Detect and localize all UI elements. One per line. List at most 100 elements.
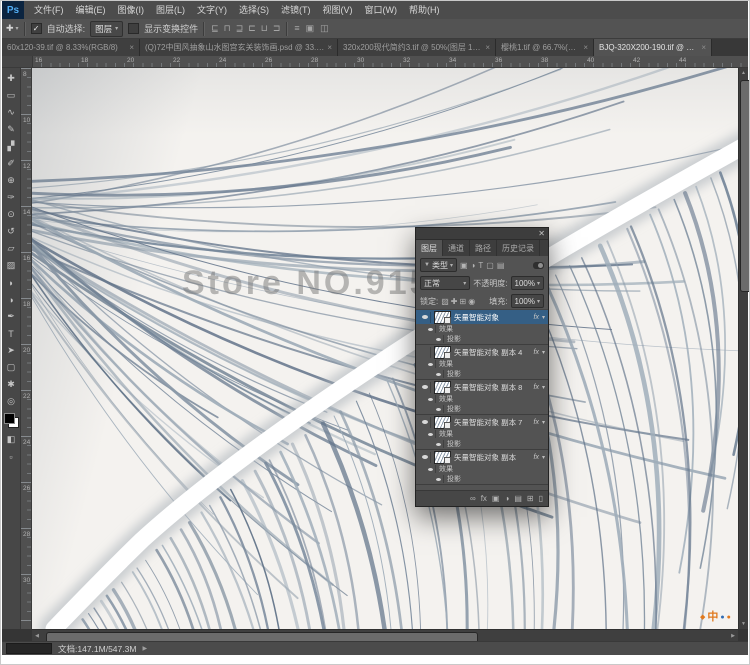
auto-align-icon[interactable]: ▣ — [305, 23, 316, 34]
close-tab-icon[interactable]: × — [701, 43, 706, 52]
lasso-tool[interactable]: ∿ — [3, 104, 20, 121]
drop-shadow-row[interactable]: 投影 — [416, 369, 548, 379]
blend-mode-dropdown[interactable]: 正常 ▾ — [420, 276, 471, 290]
zoom-field[interactable] — [6, 643, 52, 654]
visibility-toggle[interactable] — [426, 325, 436, 333]
visibility-toggle[interactable] — [426, 430, 436, 438]
effects-row[interactable]: 效果 — [416, 359, 548, 369]
eyedropper-tool[interactable]: ✐ — [3, 155, 20, 172]
canvas-area[interactable]: Store NO.915595 — [32, 68, 738, 629]
menu-item[interactable]: 编辑(E) — [70, 1, 112, 19]
fill-dropdown[interactable]: 100% ▾ — [510, 294, 544, 308]
effects-row[interactable]: 效果 — [416, 429, 548, 439]
layer-row[interactable]: 矢量智能对象 副本 4 fx ▾ — [416, 345, 548, 359]
foreground-color-swatch[interactable] — [3, 413, 15, 424]
layer-thumbnail[interactable] — [434, 415, 451, 429]
filter-kind-dropdown[interactable]: ▼ 类型 ▾ — [420, 258, 457, 272]
collapse-effects-icon[interactable]: ▾ — [542, 314, 545, 321]
layer-row[interactable]: 矢量智能对象 副本 fx ▾ — [416, 450, 548, 464]
layer-style-icon[interactable]: fx — [481, 494, 487, 503]
visibility-toggle[interactable] — [419, 311, 431, 323]
eraser-tool[interactable]: ▱ — [3, 240, 20, 257]
scroll-right-icon[interactable]: ▶ — [728, 630, 738, 641]
lock-all-icon[interactable]: ◉ — [468, 297, 475, 306]
close-tab-icon[interactable]: × — [485, 43, 490, 52]
vertical-scroll-thumb[interactable] — [740, 80, 750, 292]
visibility-toggle[interactable] — [434, 440, 444, 448]
scroll-up-icon[interactable]: ▲ — [739, 68, 748, 78]
effects-row[interactable]: 效果 — [416, 464, 548, 474]
layer-thumbnail[interactable] — [434, 310, 451, 324]
close-tab-icon[interactable]: × — [583, 43, 588, 52]
healing-brush-tool[interactable]: ⊕ — [3, 172, 20, 189]
blur-tool[interactable]: ◗ — [3, 274, 20, 291]
layer-group-icon[interactable]: ▤ — [514, 494, 522, 503]
scroll-left-icon[interactable]: ◀ — [32, 630, 42, 641]
drop-shadow-row[interactable]: 投影 — [416, 404, 548, 414]
zoom-tool[interactable]: ◎ — [3, 393, 20, 410]
align-top-edges-icon[interactable]: ⊏ — [247, 23, 257, 34]
move-tool[interactable]: ✚ — [3, 70, 20, 87]
align-bottom-edges-icon[interactable]: ⊐ — [272, 23, 282, 34]
lock-pixels-icon[interactable]: ✚ — [451, 297, 458, 306]
layer-mask-icon[interactable]: ▣ — [492, 494, 500, 503]
layer-row[interactable]: 矢量智能对象 副本 8 fx ▾ — [416, 380, 548, 394]
fx-badge[interactable]: fx — [534, 454, 539, 461]
brush-tool[interactable]: ✑ — [3, 189, 20, 206]
lock-transparency-icon[interactable]: ▨ — [441, 297, 449, 306]
effects-row[interactable]: 效果 — [416, 394, 548, 404]
filter-toggle[interactable] — [533, 261, 544, 269]
document-tab[interactable]: BJQ-320X200-190.tif @ 100%(图层 1, RGB/8)× — [594, 39, 712, 56]
scroll-down-icon[interactable]: ▼ — [739, 619, 748, 629]
layer-thumbnail[interactable] — [434, 380, 451, 394]
document-canvas[interactable] — [32, 68, 738, 629]
screen-mode-icon[interactable]: ▫ — [3, 448, 20, 465]
tab-layers[interactable]: 图层 — [416, 240, 443, 256]
layer-row[interactable]: 矢量智能对象 副本 7 fx ▾ — [416, 415, 548, 429]
shape-tool[interactable]: ▢ — [3, 359, 20, 376]
close-panel-icon[interactable]: ✕ — [538, 228, 545, 239]
vertical-scrollbar[interactable]: ▲ ▼ — [738, 68, 750, 629]
visibility-toggle[interactable] — [434, 405, 444, 413]
filter-smart-objects-icon[interactable]: ▤ — [497, 261, 505, 270]
visibility-toggle[interactable] — [419, 346, 431, 358]
visibility-toggle[interactable] — [434, 335, 444, 343]
dodge-tool[interactable]: ◑ — [3, 291, 20, 308]
filter-pixel-layers-icon[interactable]: ▣ — [460, 261, 468, 270]
collapse-effects-icon[interactable]: ▾ — [542, 454, 545, 461]
layer-thumbnail[interactable] — [434, 345, 451, 359]
delete-layer-icon[interactable]: ▯ — [539, 494, 543, 503]
crop-tool[interactable]: ▞ — [3, 138, 20, 155]
drop-shadow-row[interactable]: 投影 — [416, 474, 548, 484]
adjustment-layer-icon[interactable]: ◑ — [504, 494, 509, 503]
visibility-toggle[interactable] — [434, 370, 444, 378]
hand-tool[interactable]: ✱ — [3, 376, 20, 393]
menu-item[interactable]: 滤镜(T) — [275, 1, 317, 19]
tab-history[interactable]: 历史记录 — [497, 240, 540, 256]
align-vertical-centers-icon[interactable]: ⊔ — [260, 23, 269, 34]
visibility-toggle[interactable] — [426, 465, 436, 473]
status-expand-icon[interactable]: ▶ — [142, 645, 147, 652]
path-selection-tool[interactable]: ➤ — [3, 342, 20, 359]
distribute-icon[interactable]: ≡ — [293, 23, 300, 34]
collapse-effects-icon[interactable]: ▾ — [542, 349, 545, 356]
visibility-toggle[interactable] — [434, 475, 444, 483]
arrange-icon[interactable]: ◫ — [319, 23, 330, 34]
link-layers-icon[interactable]: ∞ — [470, 494, 476, 503]
fx-badge[interactable]: fx — [534, 384, 539, 391]
visibility-toggle[interactable] — [419, 416, 431, 428]
tool-preset-dropdown[interactable]: ✚ ▾ — [6, 23, 19, 34]
quick-mask-icon[interactable]: ◧ — [3, 431, 20, 448]
clone-stamp-tool[interactable]: ⊙ — [3, 206, 20, 223]
gradient-tool[interactable]: ▨ — [3, 257, 20, 274]
effects-row[interactable]: 效果 — [416, 324, 548, 334]
close-tab-icon[interactable]: × — [327, 43, 332, 52]
type-tool[interactable]: T — [3, 325, 20, 342]
visibility-toggle[interactable] — [426, 395, 436, 403]
drop-shadow-row[interactable]: 投影 — [416, 334, 548, 344]
fx-badge[interactable]: fx — [534, 419, 539, 426]
lock-position-icon[interactable]: ⊞ — [460, 297, 467, 306]
align-horizontal-centers-icon[interactable]: ⊓ — [223, 23, 232, 34]
menu-item[interactable]: 帮助(H) — [403, 1, 446, 19]
quick-selection-tool[interactable]: ✎ — [3, 121, 20, 138]
